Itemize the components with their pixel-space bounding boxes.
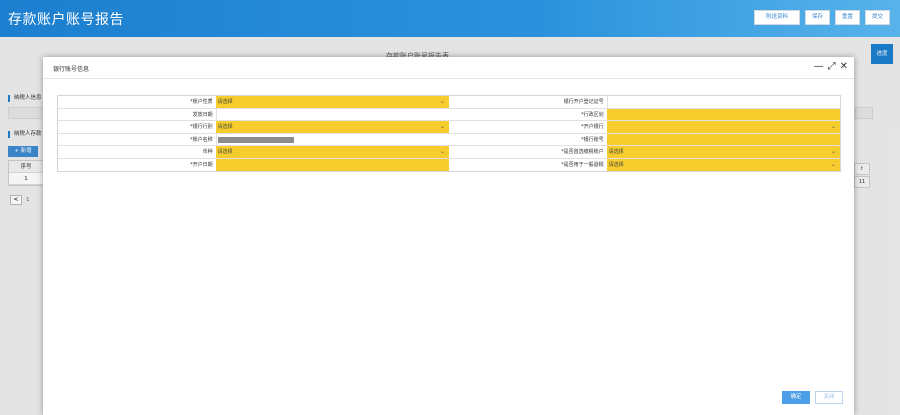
bank-account-number-input[interactable] xyxy=(606,133,840,145)
bank-type-label: *银行行别 xyxy=(58,121,216,133)
account-type-value: 请选择 xyxy=(217,99,233,105)
attach-docs-button[interactable]: 附送资料 xyxy=(753,10,800,25)
form-row: *开户日期 *是否用于一般退税 请选择 ⌄ xyxy=(58,158,840,171)
minimize-icon[interactable]: — xyxy=(814,61,824,72)
general-refund-select[interactable]: 请选择 ⌄ xyxy=(606,158,840,171)
chevron-down-icon: ⌄ xyxy=(830,123,836,130)
opening-date-input[interactable] xyxy=(215,158,449,171)
bank-account-number-label: *银行账号 xyxy=(449,133,607,145)
bank-registration-input[interactable] xyxy=(606,96,840,108)
form-row: 发放日期 *行政区划 xyxy=(58,108,840,121)
bank-account-form: *账户性质 请选择 ⌄ 银行开户登记证号 发放日期 *行政区划 *银行行别 请选… xyxy=(57,95,841,172)
preferred-tax-account-select[interactable]: 请选择 ⌄ xyxy=(606,146,840,158)
chevron-down-icon: ⌄ xyxy=(830,160,836,168)
admin-region-input[interactable] xyxy=(606,108,840,120)
general-refund-value: 请选择 xyxy=(608,161,624,168)
account-type-select[interactable]: 请选择 ⌄ xyxy=(215,96,449,108)
currency-select[interactable]: 请选择 ⌄ xyxy=(215,146,449,158)
bank-type-value: 请选择 xyxy=(217,124,233,130)
confirm-button[interactable]: 确定 xyxy=(782,391,810,404)
dialog-controls: — ⤢ ✕ xyxy=(814,61,848,72)
preferred-tax-account-label: *是否首选缴税账户 xyxy=(449,146,607,158)
submit-button[interactable]: 提交 xyxy=(864,10,890,25)
preferred-tax-account-value: 请选择 xyxy=(608,149,624,155)
admin-region-label: *行政区划 xyxy=(449,108,607,120)
save-button[interactable]: 保存 xyxy=(804,10,830,25)
redacted-account-name xyxy=(217,136,294,143)
account-name-input[interactable] xyxy=(215,133,449,145)
close-button[interactable]: 关闭 xyxy=(815,391,843,404)
bank-registration-label: 银行开户登记证号 xyxy=(449,96,607,108)
close-icon[interactable]: ✕ xyxy=(840,61,848,72)
form-row: *账户名称 *银行账号 xyxy=(58,133,840,146)
app-header: 存款账户账号报告 附送资料 保存 重置 提交 xyxy=(0,0,900,37)
account-type-label: *账户性质 xyxy=(58,96,216,108)
currency-value: 请选择 xyxy=(217,149,233,155)
chevron-down-icon: ⌄ xyxy=(439,148,445,155)
reset-button[interactable]: 重置 xyxy=(834,10,860,25)
dialog-header: 银行账号信息 — ⤢ ✕ xyxy=(43,57,854,79)
chevron-down-icon: ⌄ xyxy=(830,148,836,155)
form-row: *账户性质 请选择 ⌄ 银行开户登记证号 xyxy=(58,96,840,109)
account-name-label: *账户名称 xyxy=(58,133,216,145)
form-row: *银行行别 请选择 ⌄ *开户银行 ⌄ xyxy=(58,121,840,134)
opening-bank-select[interactable]: ⌄ xyxy=(606,121,840,133)
chevron-down-icon: ⌄ xyxy=(439,123,445,130)
issue-date-label: 发放日期 xyxy=(58,108,216,120)
header-toolbar: 附送资料 保存 重置 提交 xyxy=(753,10,890,25)
maximize-icon[interactable]: ⤢ xyxy=(828,61,836,72)
currency-label: 币种 xyxy=(58,146,216,158)
chevron-down-icon: ⌄ xyxy=(439,98,445,105)
opening-date-label: *开户日期 xyxy=(58,158,216,171)
dialog-title: 银行账号信息 xyxy=(53,66,90,73)
opening-bank-label: *开户银行 xyxy=(449,121,607,133)
general-refund-label: *是否用于一般退税 xyxy=(449,158,607,171)
issue-date-input[interactable] xyxy=(215,108,449,120)
bank-type-select[interactable]: 请选择 ⌄ xyxy=(215,121,449,133)
app-title: 存款账户账号报告 xyxy=(8,12,124,28)
bank-account-dialog: 银行账号信息 — ⤢ ✕ *账户性质 请选择 ⌄ 银行开户登记证号 发放日期 *… xyxy=(43,57,854,415)
form-row: 币种 请选择 ⌄ *是否首选缴税账户 请选择 ⌄ xyxy=(58,146,840,159)
